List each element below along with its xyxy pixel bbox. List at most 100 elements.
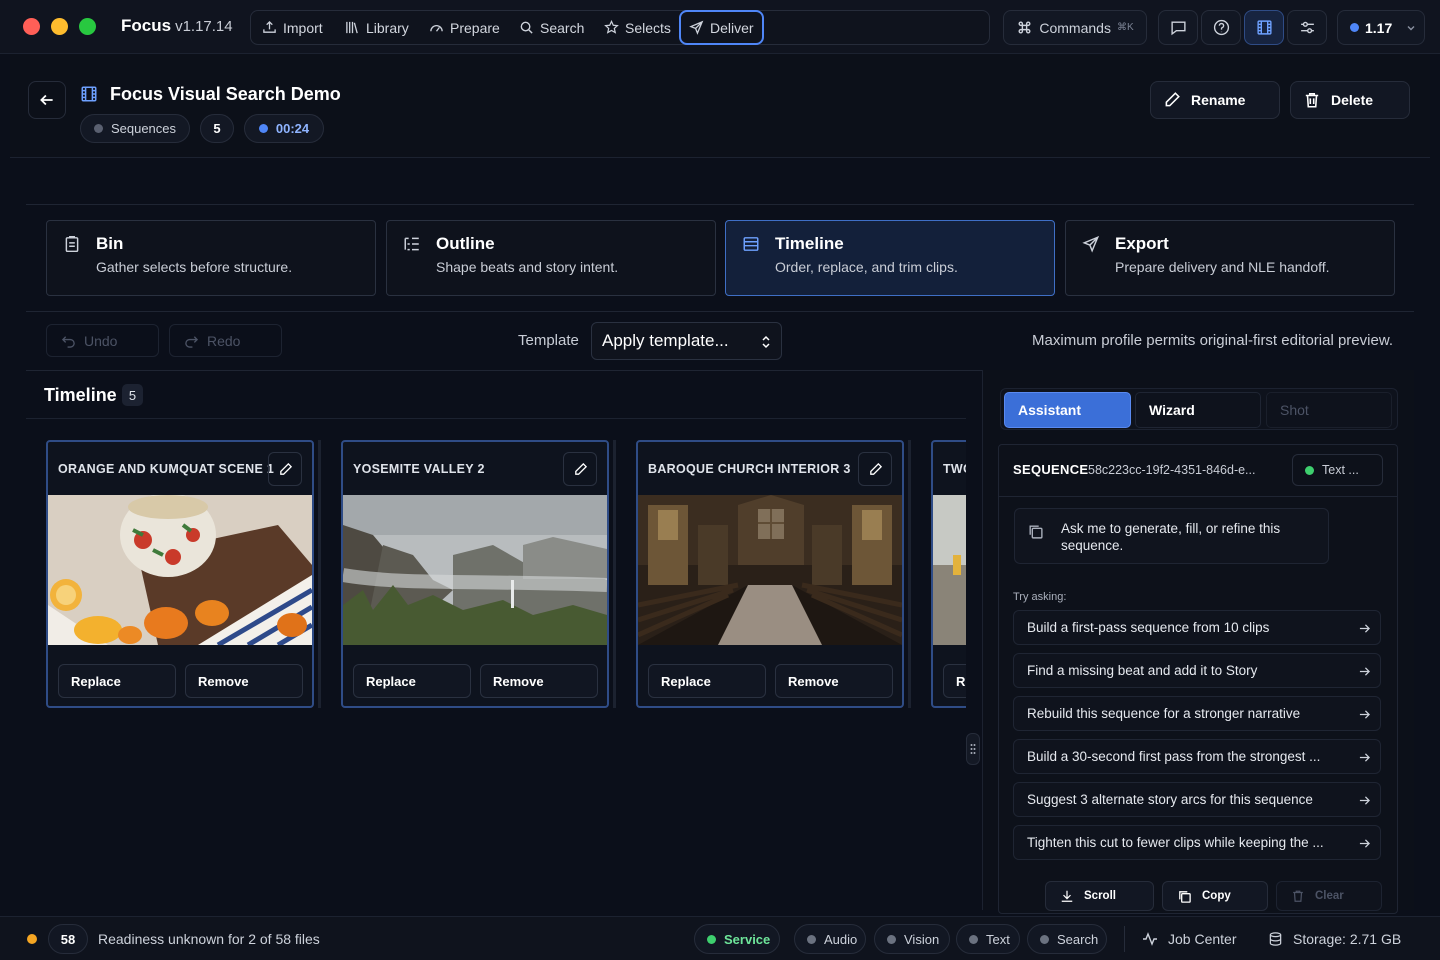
tab-wizard[interactable]: Wizard <box>1135 392 1261 428</box>
audio-label: Audio <box>824 931 858 947</box>
remove-button[interactable]: Remove <box>480 664 598 698</box>
version-dropdown[interactable]: 1.17 <box>1337 10 1425 45</box>
main-nav: Import Library Prepare Search Selects De… <box>250 10 990 45</box>
status-dot <box>1040 934 1049 944</box>
suggestion-item[interactable]: Find a missing beat and add it to Story <box>1013 653 1381 688</box>
replace-button[interactable]: Replace <box>58 664 176 698</box>
replace-button[interactable]: R <box>943 664 966 698</box>
vision-status-pill[interactable]: Vision <box>874 924 950 954</box>
clip-card[interactable]: TWO R <box>931 440 966 708</box>
divider <box>1124 926 1125 952</box>
clip-card[interactable]: YOSEMITE VALLEY 2 Replace Remove <box>341 440 609 708</box>
undo-icon <box>61 336 75 348</box>
service-status-pill[interactable]: Service <box>694 924 780 954</box>
nav-selects[interactable]: Selects <box>604 11 671 44</box>
suggestion-text: Tighten this cut to fewer clips while ke… <box>1027 835 1324 850</box>
nav-deliver[interactable]: Deliver <box>679 10 764 45</box>
timeline-title: Timeline <box>44 385 117 405</box>
arrow-left-icon <box>40 94 53 106</box>
search-status-pill[interactable]: Search <box>1027 924 1107 954</box>
nav-prepare[interactable]: Prepare <box>429 11 500 44</box>
back-button[interactable] <box>28 81 66 119</box>
text-pill-label: Text ... <box>1322 463 1359 477</box>
nav-search[interactable]: Search <box>519 11 584 44</box>
grip-icon <box>970 744 976 754</box>
stage-timeline[interactable]: Timeline Order, replace, and trim clips. <box>725 220 1055 296</box>
replace-button[interactable]: Replace <box>648 664 766 698</box>
replace-button[interactable]: Replace <box>353 664 471 698</box>
delete-button[interactable]: Delete <box>1290 81 1410 119</box>
help-button[interactable] <box>1201 10 1241 45</box>
text-status-pill[interactable]: Text <box>956 924 1020 954</box>
minimize-window-button[interactable] <box>51 18 68 35</box>
nav-library[interactable]: Library <box>345 11 409 44</box>
library-icon <box>346 21 358 34</box>
select-arrows-icon <box>762 335 770 349</box>
sequence-count-badge: 5 <box>200 114 234 143</box>
clear-button[interactable]: Clear <box>1276 881 1382 911</box>
search-icon <box>520 21 533 34</box>
maximize-window-button[interactable] <box>79 18 96 35</box>
edit-clip-button[interactable] <box>563 452 597 486</box>
storage-label: Storage: 2.71 GB <box>1293 931 1402 947</box>
nav-import[interactable]: Import <box>262 11 323 44</box>
film-view-button[interactable] <box>1244 10 1284 45</box>
settings-button[interactable] <box>1287 10 1327 45</box>
duration-label: 00:24 <box>275 121 310 136</box>
commands-button[interactable]: Commands ⌘K <box>1003 10 1147 45</box>
undo-label: Undo <box>84 332 118 349</box>
stage-outline[interactable]: Outline Shape beats and story intent. <box>386 220 716 296</box>
duration-dot <box>258 124 268 133</box>
divider <box>26 418 966 419</box>
tab-assistant[interactable]: Assistant <box>1004 392 1131 428</box>
panel-resize-handle[interactable] <box>966 733 980 765</box>
app-name: Focus v1.17.14 <box>121 16 233 35</box>
tab-shot[interactable]: Shot <box>1266 392 1392 428</box>
suggestion-text: Build a 30-second first pass from the st… <box>1027 749 1321 764</box>
template-label: Template <box>518 332 579 349</box>
pencil-icon <box>279 462 292 475</box>
remove-button[interactable]: Remove <box>775 664 893 698</box>
clip-card[interactable]: BAROQUE CHURCH INTERIOR 3 Replace Remove <box>636 440 904 708</box>
scroll-button[interactable]: Scroll <box>1045 881 1154 911</box>
close-window-button[interactable] <box>23 18 40 35</box>
arrow-right-icon <box>1359 667 1370 676</box>
edit-clip-button[interactable] <box>858 452 892 486</box>
redo-button[interactable]: Redo <box>169 324 282 357</box>
chat-button[interactable] <box>1158 10 1198 45</box>
rename-label: Rename <box>1191 92 1246 108</box>
copy-button[interactable]: Copy <box>1162 881 1268 911</box>
film-icon <box>81 86 97 102</box>
undo-button[interactable]: Undo <box>46 324 159 357</box>
suggestion-item[interactable]: Tighten this cut to fewer clips while ke… <box>1013 825 1381 860</box>
status-dot <box>707 934 716 944</box>
suggestion-item[interactable]: Build a first-pass sequence from 10 clip… <box>1013 610 1381 645</box>
job-center-button[interactable]: Job Center <box>1142 931 1236 947</box>
nav-selects-label: Selects <box>625 19 671 36</box>
chevron-down-icon <box>1407 25 1415 30</box>
stage-export[interactable]: Export Prepare delivery and NLE handoff. <box>1065 220 1395 296</box>
edit-clip-button[interactable] <box>268 452 302 486</box>
suggestion-item[interactable]: Build a 30-second first pass from the st… <box>1013 739 1381 774</box>
rename-button[interactable]: Rename <box>1150 81 1280 119</box>
remove-button[interactable]: Remove <box>185 664 303 698</box>
text-model-pill[interactable]: Text ... <box>1292 454 1383 486</box>
send-icon <box>1082 235 1100 253</box>
version-label: 1.17 <box>1365 19 1393 36</box>
commands-shortcut: ⌘K <box>1116 22 1134 33</box>
stage-bin[interactable]: Bin Gather selects before structure. <box>46 220 376 296</box>
suggestion-item[interactable]: Rebuild this sequence for a stronger nar… <box>1013 696 1381 731</box>
redo-label: Redo <box>207 332 241 349</box>
stage-title: Outline <box>436 234 495 253</box>
status-dot <box>93 124 103 133</box>
stage-title: Timeline <box>775 234 844 253</box>
arrow-right-icon <box>1359 710 1370 719</box>
clip-card[interactable]: ORANGE AND KUMQUAT SCENE 1 Replace Remov… <box>46 440 314 708</box>
template-select[interactable]: Apply template... <box>591 322 782 360</box>
clip-image <box>933 495 966 645</box>
page-title: Focus Visual Search Demo <box>110 84 341 104</box>
audio-status-pill[interactable]: Audio <box>794 924 866 954</box>
clear-label: Clear <box>1315 890 1344 902</box>
suggestion-item[interactable]: Suggest 3 alternate story arcs for this … <box>1013 782 1381 817</box>
trash-icon <box>1293 890 1303 902</box>
